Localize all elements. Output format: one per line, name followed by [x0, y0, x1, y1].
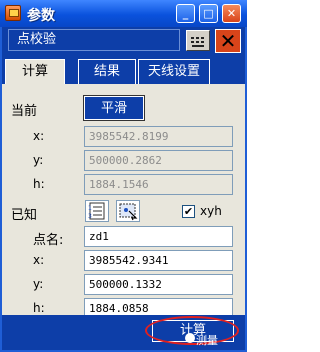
svg-text:3: 3 — [88, 213, 92, 220]
watermark-text: 测量 — [196, 334, 218, 347]
minimize-button[interactable]: _ — [176, 4, 195, 23]
tab-results[interactable]: 结果 — [78, 59, 136, 84]
known-y-input[interactable]: 500000.1332 — [84, 274, 233, 295]
current-y-label: y: — [33, 153, 44, 167]
watermark-icon — [185, 333, 195, 343]
current-x-label: x: — [33, 129, 45, 143]
xyh-checkbox[interactable]: ✔ — [182, 205, 195, 218]
window-title: 参数 — [27, 8, 55, 24]
known-y-label: y: — [33, 277, 44, 291]
list-icon: 1 3 — [88, 202, 105, 220]
map-select-button[interactable] — [116, 200, 140, 222]
maximize-button[interactable]: □ — [199, 4, 218, 23]
known-label: 已知 — [11, 208, 38, 223]
known-x-input[interactable]: 3985542.9341 — [84, 250, 233, 271]
keyboard-button[interactable] — [186, 30, 210, 51]
known-x-label: x: — [33, 253, 45, 267]
maximize-icon: □ — [203, 7, 214, 20]
current-h-label: h: — [33, 177, 45, 191]
current-h-field: 1884.1546 — [84, 174, 233, 195]
point-name-input[interactable]: zd1 — [84, 226, 233, 247]
xyh-label: xyh — [200, 204, 222, 218]
header-close-button[interactable]: ✕ — [215, 29, 241, 53]
known-h-label: h: — [33, 301, 45, 315]
point-name-label: 点名: — [33, 233, 64, 248]
point-check-menu[interactable]: 点校验 — [8, 29, 180, 51]
tab-calculate[interactable]: 计算 — [5, 59, 65, 84]
point-list-button[interactable]: 1 3 — [85, 200, 109, 222]
window-close-button[interactable]: ✕ — [222, 4, 241, 23]
current-y-field: 500000.2862 — [84, 150, 233, 171]
svg-text:1: 1 — [88, 205, 92, 212]
minimize-icon: _ — [182, 7, 189, 20]
map-select-icon — [119, 203, 138, 221]
close-icon: ✕ — [226, 7, 237, 20]
smooth-button[interactable]: 平滑 — [83, 95, 145, 121]
app-icon — [5, 5, 21, 21]
current-label: 当前 — [11, 104, 38, 119]
tab-antenna-settings[interactable]: 天线设置 — [138, 59, 210, 84]
close-icon: ✕ — [219, 29, 237, 53]
current-x-field: 3985542.8199 — [84, 126, 233, 147]
